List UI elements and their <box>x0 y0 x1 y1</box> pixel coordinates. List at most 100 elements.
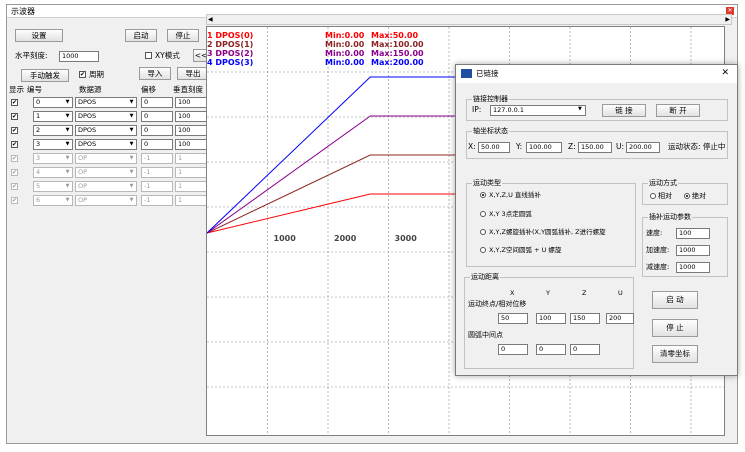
decel-input[interactable]: 1000 <box>676 262 710 273</box>
channel-offset-input[interactable]: 0 <box>141 125 173 136</box>
channel-num-select[interactable]: 1 ▼ <box>33 111 73 122</box>
channel-show-checkbox[interactable]: ✔ <box>11 113 18 120</box>
channel-show-checkbox[interactable]: ✔ <box>11 141 18 148</box>
xy-mode-checkbox[interactable] <box>145 52 152 59</box>
end-y-input[interactable]: 100 <box>536 313 566 324</box>
dialog-close-icon[interactable]: ✕ <box>721 68 729 78</box>
channel-show-checkbox[interactable]: ✔ <box>11 169 18 176</box>
mode-absolute-label: 绝对 <box>692 192 706 200</box>
start-button[interactable]: 启动 <box>125 29 157 42</box>
mode-relative-radio[interactable] <box>650 193 656 199</box>
chevron-down-icon[interactable]: ▼ <box>63 168 72 177</box>
disconnect-button[interactable]: 断 开 <box>656 104 700 117</box>
channel-source-value: DPOS <box>78 112 97 120</box>
channel-offset-input[interactable]: -1 <box>141 153 173 164</box>
settings-button[interactable]: 设置 <box>15 29 63 42</box>
chevron-down-icon[interactable]: ▼ <box>127 168 136 177</box>
mode-absolute-radio[interactable] <box>684 193 690 199</box>
channel-scale-input[interactable]: 100 <box>175 111 207 122</box>
channel-show-checkbox[interactable]: ✔ <box>11 155 18 162</box>
chevron-down-icon[interactable]: ▼ <box>63 140 72 149</box>
channel-source-select[interactable]: OP ▼ <box>75 167 137 178</box>
channel-scale-input[interactable]: 1 <box>175 153 207 164</box>
axis-name-y: Y <box>546 289 550 297</box>
channel-source-select[interactable]: DPOS ▼ <box>75 125 137 136</box>
motion-stop-button[interactable]: 停 止 <box>652 319 698 337</box>
channel-num-select[interactable]: 0 ▼ <box>33 97 73 108</box>
hscale-input[interactable]: 1000 <box>59 51 99 62</box>
chevron-down-icon[interactable]: ▼ <box>63 98 72 107</box>
type-linear-radio[interactable] <box>480 192 486 198</box>
channel-num-value: 3 <box>36 140 41 148</box>
legend-max: Max:150.00 <box>371 49 424 58</box>
connect-button[interactable]: 链 接 <box>602 104 646 117</box>
channel-show-checkbox[interactable]: ✔ <box>11 197 18 204</box>
channel-scale-input[interactable]: 100 <box>175 125 207 136</box>
mid-y-input[interactable]: 0 <box>536 344 566 355</box>
x-position-field: 50.00 <box>478 142 510 153</box>
chevron-down-icon[interactable]: ▼ <box>127 196 136 205</box>
type-arc3-radio[interactable] <box>480 211 486 217</box>
channel-scale-input[interactable]: 1 <box>175 195 207 206</box>
ip-select[interactable]: 127.0.0.1 <box>490 105 586 116</box>
export-button[interactable]: 导出 <box>177 67 209 80</box>
channel-offset-input[interactable]: 0 <box>141 111 173 122</box>
horizontal-scrollbar[interactable]: ◀ ▶ <box>206 14 732 25</box>
end-u-input[interactable]: 200 <box>606 313 634 324</box>
scroll-right-arrow-icon[interactable]: ▶ <box>725 15 730 24</box>
chevron-down-icon[interactable]: ▼ <box>127 182 136 191</box>
mid-x-input[interactable]: 0 <box>498 344 528 355</box>
channel-offset-input[interactable]: -1 <box>141 181 173 192</box>
channel-source-select[interactable]: DPOS ▼ <box>75 111 137 122</box>
channel-source-select[interactable]: OP ▼ <box>75 181 137 192</box>
channel-source-select[interactable]: OP ▼ <box>75 153 137 164</box>
end-x-input[interactable]: 50 <box>498 313 528 324</box>
clear-coordinates-button[interactable]: 清零坐标 <box>652 345 698 363</box>
channel-num-select[interactable]: 2 ▼ <box>33 125 73 136</box>
channel-num-select[interactable]: 3 ▼ <box>33 139 73 150</box>
chevron-down-icon[interactable]: ▼ <box>127 140 136 149</box>
speed-input[interactable]: 100 <box>676 228 710 239</box>
mid-z-input[interactable]: 0 <box>570 344 600 355</box>
accel-input[interactable]: 1000 <box>676 245 710 256</box>
cycle-checkbox[interactable]: ✔ <box>79 71 86 78</box>
type-helix-radio[interactable] <box>480 229 486 235</box>
channel-show-checkbox[interactable]: ✔ <box>11 99 18 106</box>
channel-show-checkbox[interactable]: ✔ <box>11 127 18 134</box>
stop-button[interactable]: 停止 <box>167 29 199 42</box>
chevron-down-icon[interactable]: ▼ <box>63 112 72 121</box>
channel-num-select[interactable]: 6 ▼ <box>33 195 73 206</box>
channel-offset-input[interactable]: 0 <box>141 139 173 150</box>
channel-show-checkbox[interactable]: ✔ <box>11 183 18 190</box>
motion-start-button[interactable]: 启 动 <box>652 291 698 309</box>
chevron-down-icon[interactable]: ▼ <box>63 182 72 191</box>
channel-source-value: OP <box>78 196 88 204</box>
channel-num-select[interactable]: 4 ▼ <box>33 167 73 178</box>
type-spatial-arc-radio[interactable] <box>480 247 486 253</box>
channel-source-select[interactable]: OP ▼ <box>75 195 137 206</box>
channel-offset-input[interactable]: -1 <box>141 167 173 178</box>
chevron-down-icon[interactable]: ▼ <box>63 154 72 163</box>
channel-scale-input[interactable]: 1 <box>175 167 207 178</box>
chevron-down-icon[interactable]: ▼ <box>127 154 136 163</box>
channel-offset-input[interactable]: 0 <box>141 97 173 108</box>
chevron-down-icon[interactable]: ▼ <box>127 112 136 121</box>
channel-scale-input[interactable]: 100 <box>175 139 207 150</box>
chevron-down-icon[interactable]: ▼ <box>127 98 136 107</box>
manual-trigger-button[interactable]: 手动触发 <box>21 69 69 82</box>
legend-max: Max:50.00 <box>371 31 419 40</box>
chevron-down-icon[interactable]: ▼ <box>127 126 136 135</box>
channel-num-select[interactable]: 3 ▼ <box>33 153 73 164</box>
ip-dropdown-arrow-icon[interactable]: ▼ <box>578 106 582 112</box>
end-z-input[interactable]: 150 <box>570 313 600 324</box>
import-button[interactable]: 导入 <box>139 67 171 80</box>
chevron-down-icon[interactable]: ▼ <box>63 196 72 205</box>
channel-scale-input[interactable]: 100 <box>175 97 207 108</box>
channel-scale-input[interactable]: 1 <box>175 181 207 192</box>
channel-num-select[interactable]: 5 ▼ <box>33 181 73 192</box>
scroll-left-arrow-icon[interactable]: ◀ <box>208 15 213 24</box>
chevron-down-icon[interactable]: ▼ <box>63 126 72 135</box>
channel-source-select[interactable]: DPOS ▼ <box>75 97 137 108</box>
channel-offset-input[interactable]: -1 <box>141 195 173 206</box>
channel-source-select[interactable]: DPOS ▼ <box>75 139 137 150</box>
